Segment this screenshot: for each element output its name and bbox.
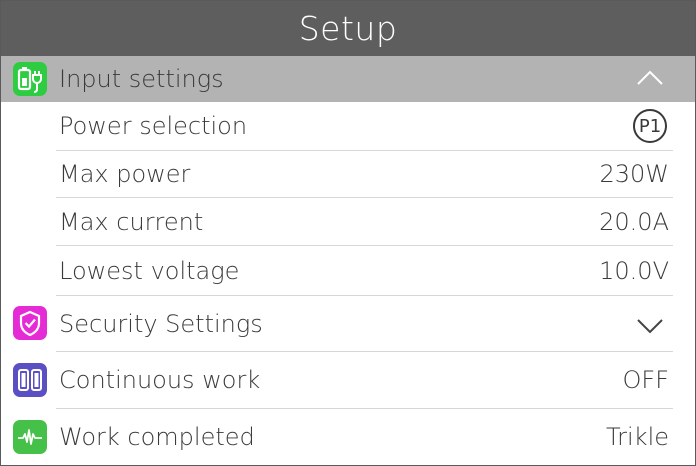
power-selection-value: P1: [638, 115, 662, 137]
waveform-icon: [13, 420, 47, 454]
section-input-settings[interactable]: Input settings: [1, 56, 695, 102]
section-security-settings[interactable]: Security Settings: [1, 296, 695, 351]
page-title-text: Setup: [298, 9, 398, 48]
section-input-settings-label: Input settings: [59, 65, 224, 93]
chevron-down-icon[interactable]: [635, 314, 665, 342]
max-power-value: 230W: [599, 160, 669, 188]
shield-check-icon: [13, 306, 47, 340]
max-power-label: Max power: [59, 160, 191, 188]
section-security-settings-label: Security Settings: [59, 309, 263, 338]
work-completed-value: Trikle: [606, 423, 669, 451]
page-title: Setup: [1, 1, 695, 56]
setting-row-lowest-voltage[interactable]: Lowest voltage 10.0V: [1, 246, 695, 295]
setting-row-max-current[interactable]: Max current 20.0A: [1, 198, 695, 245]
setting-row-work-completed[interactable]: Work completed Trikle: [1, 409, 695, 465]
continuous-work-label: Continuous work: [59, 366, 261, 394]
lowest-voltage-label: Lowest voltage: [59, 256, 240, 285]
chevron-up-icon[interactable]: [635, 66, 665, 94]
continuous-work-value: OFF: [622, 366, 670, 394]
lowest-voltage-value: 10.0V: [599, 256, 669, 285]
setting-row-power-selection[interactable]: Power selection P1: [1, 102, 695, 150]
plug-battery-icon: [13, 62, 47, 96]
work-completed-label: Work completed: [59, 423, 255, 451]
power-selection-badge[interactable]: P1: [633, 109, 667, 143]
setup-screen: Setup Input settings Power selection P1 …: [0, 0, 696, 466]
max-current-value: 20.0A: [599, 207, 669, 236]
setting-row-max-power[interactable]: Max power 230W: [1, 151, 695, 197]
batteries-icon: [13, 363, 47, 397]
setting-row-continuous-work[interactable]: Continuous work OFF: [1, 352, 695, 408]
max-current-label: Max current: [59, 207, 204, 236]
power-selection-label: Power selection: [59, 112, 248, 140]
